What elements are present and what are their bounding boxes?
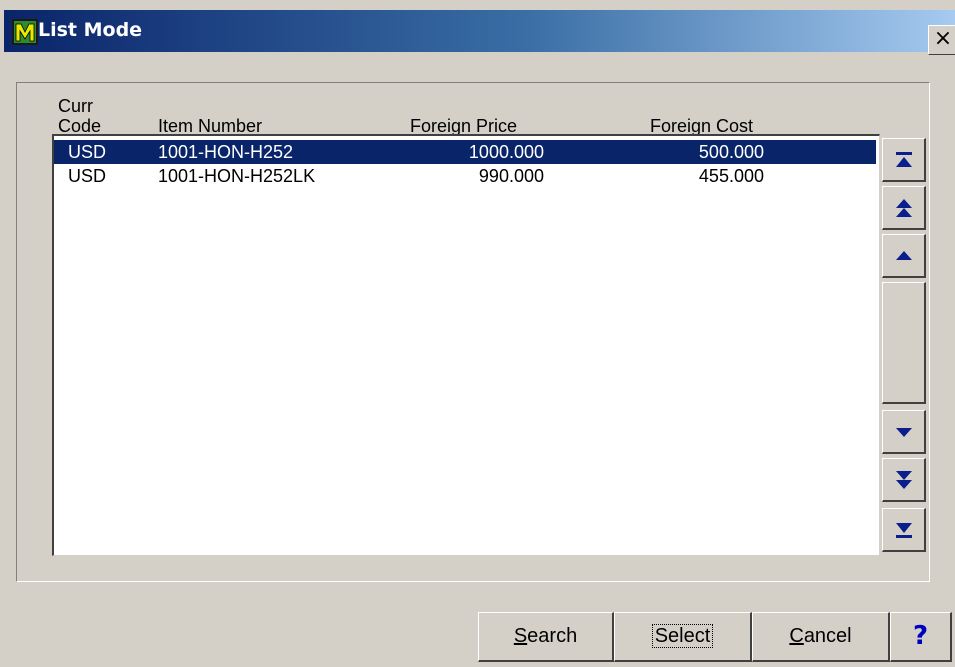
scroll-track[interactable] bbox=[882, 282, 926, 404]
cancel-button[interactable]: Cancel bbox=[752, 612, 890, 662]
column-header-foreign-price[interactable]: Foreign Price bbox=[410, 116, 517, 136]
line-down-button[interactable] bbox=[882, 410, 926, 454]
cell-item-number: 1001-HON-H252LK bbox=[158, 166, 316, 186]
first-record-icon bbox=[896, 152, 912, 167]
search-button[interactable]: Search bbox=[478, 612, 614, 662]
line-up-icon bbox=[896, 251, 912, 260]
first-record-button[interactable] bbox=[882, 138, 926, 182]
select-button[interactable]: Select bbox=[614, 612, 752, 662]
page-down-icon bbox=[896, 471, 912, 489]
help-icon: ? bbox=[912, 621, 929, 651]
line-down-icon bbox=[896, 428, 912, 437]
curr-code-header-line1: Curr bbox=[58, 96, 93, 116]
app-m-icon bbox=[12, 19, 38, 45]
cell-curr-code: USD bbox=[68, 142, 107, 162]
help-button[interactable]: ? bbox=[890, 612, 952, 662]
search-mnemonic: S bbox=[513, 625, 528, 647]
record-navigation-strip bbox=[882, 138, 926, 556]
line-up-button[interactable] bbox=[882, 234, 926, 278]
results-listbox[interactable]: USD 1001-HON-H252 1000.000 500.000 USD 1… bbox=[52, 134, 880, 556]
close-icon: × bbox=[933, 26, 953, 51]
last-record-button[interactable] bbox=[882, 508, 926, 552]
cell-foreign-price: 990.000 bbox=[478, 166, 544, 186]
cell-item-number: 1001-HON-H252 bbox=[158, 142, 294, 162]
search-label: earch bbox=[527, 625, 578, 647]
cancel-label: ancel bbox=[803, 625, 852, 647]
column-header-item-number[interactable]: Item Number bbox=[158, 116, 262, 136]
page-down-button[interactable] bbox=[882, 458, 926, 502]
column-header-curr-code[interactable]: Curr Code bbox=[58, 96, 101, 136]
table-row[interactable]: USD 1001-HON-H252LK 990.000 455.000 bbox=[54, 164, 876, 188]
cell-foreign-price: 1000.000 bbox=[468, 142, 544, 162]
close-button[interactable]: × bbox=[928, 25, 955, 55]
window-title: List Mode bbox=[38, 19, 143, 41]
curr-code-header-line2: Code bbox=[58, 116, 102, 136]
page-up-icon bbox=[896, 199, 912, 217]
page-up-button[interactable] bbox=[882, 186, 926, 230]
title-bar[interactable]: List Mode × bbox=[4, 10, 955, 55]
cancel-mnemonic: C bbox=[789, 625, 804, 647]
cell-curr-code: USD bbox=[68, 166, 107, 186]
list-mode-dialog: List Mode × Curr Code Item Number Foreig… bbox=[0, 0, 955, 667]
last-record-icon bbox=[896, 523, 912, 538]
cell-foreign-cost: 455.000 bbox=[698, 166, 764, 186]
column-header-foreign-cost[interactable]: Foreign Cost bbox=[650, 116, 753, 136]
cell-foreign-cost: 500.000 bbox=[698, 142, 764, 162]
table-row[interactable]: USD 1001-HON-H252 1000.000 500.000 bbox=[54, 140, 876, 164]
select-label: Select bbox=[651, 624, 714, 648]
